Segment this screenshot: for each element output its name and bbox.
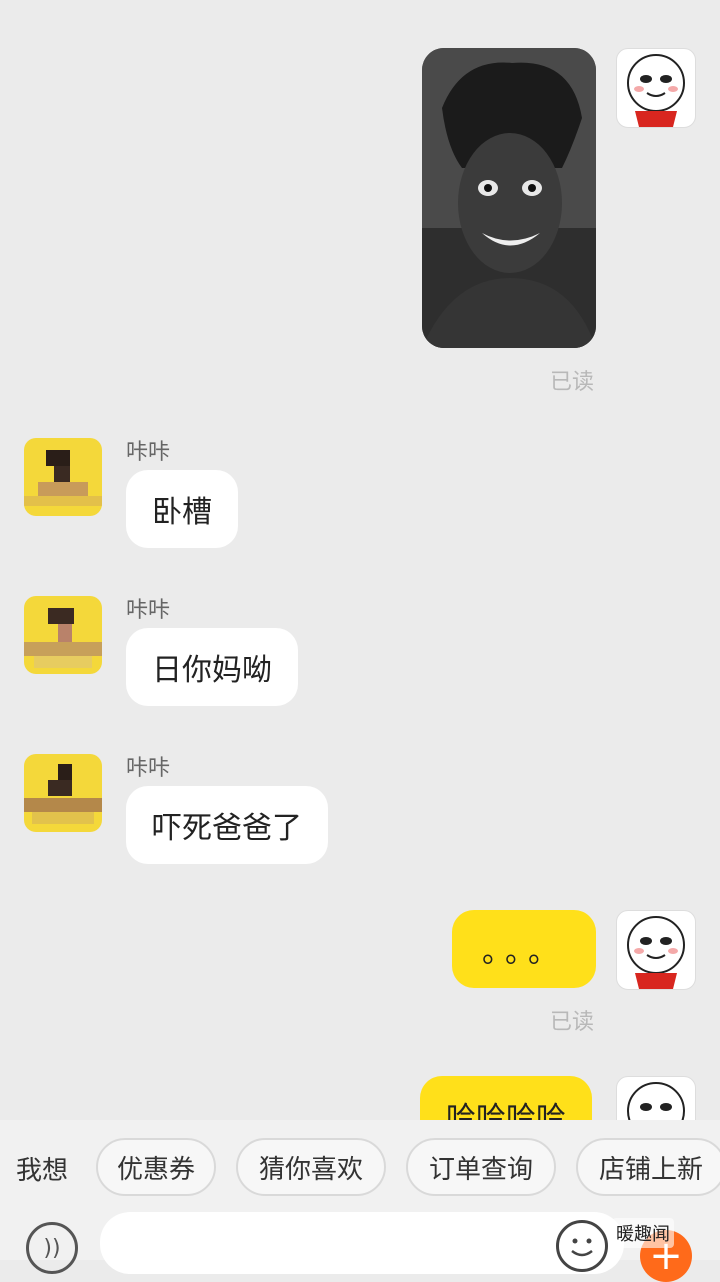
sender-name: 咔咔 xyxy=(126,598,171,623)
read-receipt: 已读 xyxy=(550,1010,595,1035)
message-bubble[interactable]: 日你妈呦 xyxy=(126,628,298,706)
message-bubble[interactable]: 卧槽 xyxy=(126,470,238,548)
message-bubble[interactable]: 。。。 xyxy=(452,910,596,988)
message-input[interactable] xyxy=(100,1212,624,1274)
chip-recommend[interactable]: 猜你喜欢 xyxy=(236,1138,386,1196)
quick-reply-label: 我想 xyxy=(16,1156,69,1186)
other-avatar[interactable] xyxy=(24,596,102,674)
voice-icon[interactable]: )) xyxy=(26,1222,78,1274)
chat-area[interactable]: 已读 咔咔 卧槽 咔咔 日你妈呦 咔咔 吓死爸爸了 。。。 已读 哈哈哈哈 xyxy=(0,0,720,1120)
other-avatar[interactable] xyxy=(24,438,102,516)
sender-name: 咔咔 xyxy=(126,756,171,781)
quick-reply-bar: 我想 优惠券 猜你喜欢 订单查询 店铺上新 xyxy=(0,1120,720,1212)
my-avatar[interactable] xyxy=(616,1076,696,1120)
sender-name: 咔咔 xyxy=(126,440,171,465)
read-receipt: 已读 xyxy=(550,370,595,395)
smiley-avatar-icon xyxy=(627,1082,685,1120)
photo-image xyxy=(422,48,596,348)
chip-order-query[interactable]: 订单查询 xyxy=(406,1138,556,1196)
my-avatar[interactable] xyxy=(616,48,696,128)
other-avatar[interactable] xyxy=(24,754,102,832)
message-bubble[interactable]: 哈哈哈哈 xyxy=(420,1076,592,1120)
smiley-avatar-icon xyxy=(627,54,685,127)
emoji-icon[interactable] xyxy=(556,1220,608,1272)
watermark: 暖趣闻 xyxy=(612,1218,674,1248)
smiley-avatar-icon xyxy=(627,916,685,989)
my-avatar[interactable] xyxy=(616,910,696,990)
sent-photo[interactable] xyxy=(422,48,596,348)
emoji-face xyxy=(571,1238,593,1257)
chip-coupons[interactable]: 优惠券 xyxy=(96,1138,216,1196)
chip-new-arrivals[interactable]: 店铺上新 xyxy=(576,1138,720,1196)
message-bubble[interactable]: 吓死爸爸了 xyxy=(126,786,328,864)
